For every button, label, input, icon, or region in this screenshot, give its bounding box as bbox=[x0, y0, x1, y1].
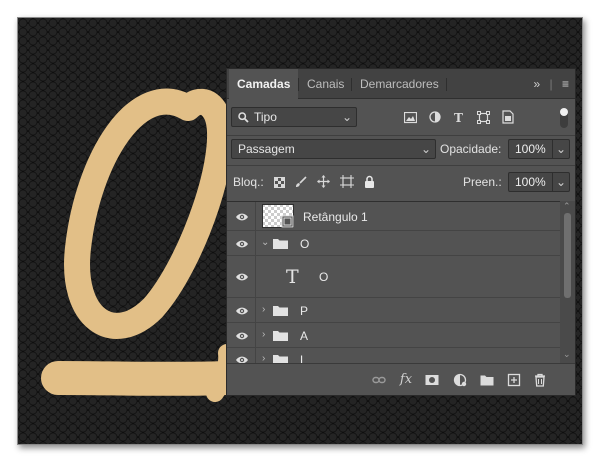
opacity-value: 100% bbox=[515, 142, 546, 156]
lock-transparent-icon[interactable] bbox=[274, 177, 285, 188]
layers-scrollbar[interactable]: ⌃ ⌄ bbox=[560, 201, 575, 363]
visibility-column-divider bbox=[255, 323, 256, 347]
layer-name: L bbox=[300, 353, 307, 363]
eye-icon[interactable] bbox=[235, 272, 249, 282]
text-layer-icon: T bbox=[286, 266, 299, 288]
layer-name: O bbox=[319, 270, 329, 284]
filter-type-value: Tipo bbox=[254, 110, 277, 124]
blend-mode-value: Passagem bbox=[238, 142, 295, 156]
layer-name: P bbox=[300, 304, 309, 318]
eye-icon[interactable] bbox=[235, 212, 249, 222]
layer-thumbnail bbox=[262, 204, 294, 228]
blend-row: Passagem ⌄ Opacidade: 100% ⌄ bbox=[227, 135, 575, 163]
panel-bottom-bar: fx bbox=[227, 363, 575, 395]
type-filter-icon[interactable]: T bbox=[454, 111, 463, 125]
fill-label: Preen.: bbox=[463, 175, 502, 189]
new-group-icon[interactable] bbox=[480, 373, 494, 387]
chevron-down-icon: ⌄ bbox=[551, 140, 566, 158]
tools-separator: | bbox=[549, 77, 553, 91]
chevron-right-icon[interactable]: › bbox=[262, 353, 265, 363]
opacity-field[interactable]: 100% ⌄ bbox=[508, 139, 570, 159]
chevron-right-icon[interactable]: › bbox=[262, 329, 265, 340]
tab-canais[interactable]: Canais bbox=[299, 69, 352, 99]
adjustment-layer-icon[interactable] bbox=[453, 373, 467, 387]
folder-icon bbox=[273, 239, 288, 249]
layers-panel: Camadas Canais Demarcadores » | ≡ Tipo ⌄ bbox=[226, 68, 576, 396]
chevron-down-icon: ⌄ bbox=[551, 173, 566, 191]
fx-icon[interactable]: fx bbox=[399, 373, 413, 387]
folder-icon bbox=[273, 306, 288, 316]
folder-icon bbox=[273, 331, 288, 341]
layer-row[interactable]: Retângulo 1 bbox=[227, 202, 560, 231]
tab-camadas[interactable]: Camadas bbox=[229, 69, 299, 100]
lock-move-icon[interactable] bbox=[317, 175, 330, 188]
visibility-column-divider bbox=[255, 202, 256, 230]
chevron-down-icon: ⌄ bbox=[420, 142, 431, 156]
panel-menu-icon[interactable]: ≡ bbox=[562, 77, 569, 91]
opacity-label: Opacidade: bbox=[440, 142, 502, 156]
layer-name: Retângulo 1 bbox=[303, 210, 368, 224]
layer-group-row[interactable]: › L bbox=[227, 348, 560, 363]
filter-toggle-knob bbox=[560, 108, 568, 116]
scroll-thumb[interactable] bbox=[564, 213, 571, 298]
scroll-down-icon[interactable]: ⌄ bbox=[563, 349, 571, 360]
lock-all-icon[interactable] bbox=[364, 175, 375, 188]
adjustment-filter-icon[interactable] bbox=[429, 111, 441, 123]
delete-layer-icon[interactable] bbox=[533, 373, 547, 387]
visibility-column-divider bbox=[255, 298, 256, 322]
tab-separator bbox=[446, 78, 447, 91]
visibility-column-divider bbox=[255, 231, 256, 255]
lock-paint-icon[interactable] bbox=[295, 176, 307, 188]
layer-row[interactable]: T O bbox=[227, 256, 560, 298]
eye-icon[interactable] bbox=[235, 239, 249, 249]
lock-label: Bloq.: bbox=[233, 175, 264, 189]
filter-type-dropdown[interactable]: Tipo ⌄ bbox=[231, 107, 357, 127]
visibility-column-divider bbox=[255, 256, 256, 297]
folder-icon bbox=[273, 355, 288, 363]
lock-row: Bloq.: Preen.: 100% ⌄ bbox=[227, 165, 575, 199]
image-filter-icon[interactable] bbox=[404, 112, 417, 124]
tab-demarcadores[interactable]: Demarcadores bbox=[352, 69, 447, 99]
link-layers-icon[interactable] bbox=[372, 373, 386, 387]
layer-name: A bbox=[300, 329, 309, 343]
chevron-down-icon[interactable]: ⌄ bbox=[261, 237, 269, 248]
visibility-column-divider bbox=[255, 348, 256, 363]
panel-tab-bar: Camadas Canais Demarcadores » | ≡ bbox=[227, 69, 575, 100]
eye-icon[interactable] bbox=[235, 306, 249, 316]
scroll-up-icon[interactable]: ⌃ bbox=[563, 201, 571, 212]
fill-value: 100% bbox=[515, 175, 546, 189]
search-icon bbox=[238, 112, 249, 123]
layer-group-row[interactable]: ⌄ O bbox=[227, 231, 560, 256]
filter-toggle[interactable] bbox=[560, 108, 568, 128]
panel-tools: » | ≡ bbox=[533, 69, 569, 99]
collapse-panel-icon[interactable]: » bbox=[533, 77, 540, 91]
shape-filter-icon[interactable] bbox=[477, 111, 490, 124]
layer-group-row[interactable]: › A bbox=[227, 323, 560, 348]
chevron-right-icon[interactable]: › bbox=[262, 304, 265, 315]
blend-mode-dropdown[interactable]: Passagem ⌄ bbox=[231, 139, 436, 159]
fill-field[interactable]: 100% ⌄ bbox=[508, 172, 570, 192]
layer-name: O bbox=[300, 237, 310, 251]
layer-group-row[interactable]: › P bbox=[227, 298, 560, 323]
filter-row: Tipo ⌄ T bbox=[227, 106, 575, 132]
lock-artboard-icon[interactable] bbox=[340, 175, 354, 188]
eye-icon[interactable] bbox=[235, 355, 249, 363]
new-layer-icon[interactable] bbox=[507, 373, 521, 387]
chevron-down-icon: ⌄ bbox=[341, 110, 352, 124]
eye-icon[interactable] bbox=[235, 331, 249, 341]
layers-list: Retângulo 1 ⌄ O T O › P › A › L bbox=[227, 201, 560, 363]
smart-object-filter-icon[interactable] bbox=[502, 110, 514, 124]
add-mask-icon[interactable] bbox=[425, 373, 439, 387]
